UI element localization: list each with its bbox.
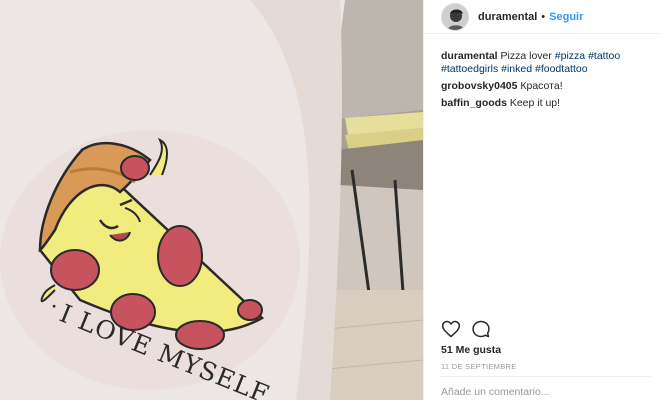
hashtag-link[interactable]: #pizza	[555, 50, 585, 62]
caption: duramental Pizza lover #pizza #tattoo #t…	[441, 50, 651, 76]
post-username[interactable]: duramental	[478, 11, 537, 23]
list-item: baffin_goods Keep it up!	[441, 97, 651, 110]
add-comment-input[interactable]	[441, 381, 641, 400]
caption-text: Pizza lover	[497, 50, 555, 62]
post-photo: I LOVE MYSELF ·	[0, 0, 423, 400]
separator-dot: •	[541, 10, 546, 23]
comment-username[interactable]: baffin_goods	[441, 97, 507, 109]
action-bar	[441, 318, 501, 340]
hashtag-link[interactable]: #tattoo	[588, 50, 620, 62]
heart-icon[interactable]	[441, 319, 461, 339]
likes-count[interactable]: 51 Me gusta	[441, 344, 501, 356]
tattoo-photo-illustration: I LOVE MYSELF ·	[0, 0, 423, 400]
comment-text: Keep it up!	[506, 97, 561, 109]
caption-username[interactable]: duramental	[441, 50, 498, 62]
list-item: grobovsky0405 Красота!	[441, 80, 651, 93]
hashtag-link[interactable]: #tattoedgirls	[441, 63, 498, 75]
add-comment-area	[441, 376, 651, 400]
post-date: 11 DE SEPTIEMBRE	[441, 362, 517, 371]
comment-icon[interactable]	[471, 319, 491, 339]
avatar-image	[442, 3, 468, 30]
post-sidebar: duramental • Seguir duramental Pizza lov…	[423, 0, 660, 400]
avatar[interactable]	[441, 2, 469, 31]
follow-button[interactable]: Seguir	[549, 11, 583, 23]
comment-text: Красота!	[517, 80, 563, 92]
comments-list: duramental Pizza lover #pizza #tattoo #t…	[441, 50, 651, 114]
post-header: duramental • Seguir	[424, 0, 660, 34]
hashtag-link[interactable]: #foodtattoo	[535, 63, 588, 75]
hashtag-link[interactable]: #inked	[501, 63, 532, 75]
comment-username[interactable]: grobovsky0405	[441, 80, 517, 92]
